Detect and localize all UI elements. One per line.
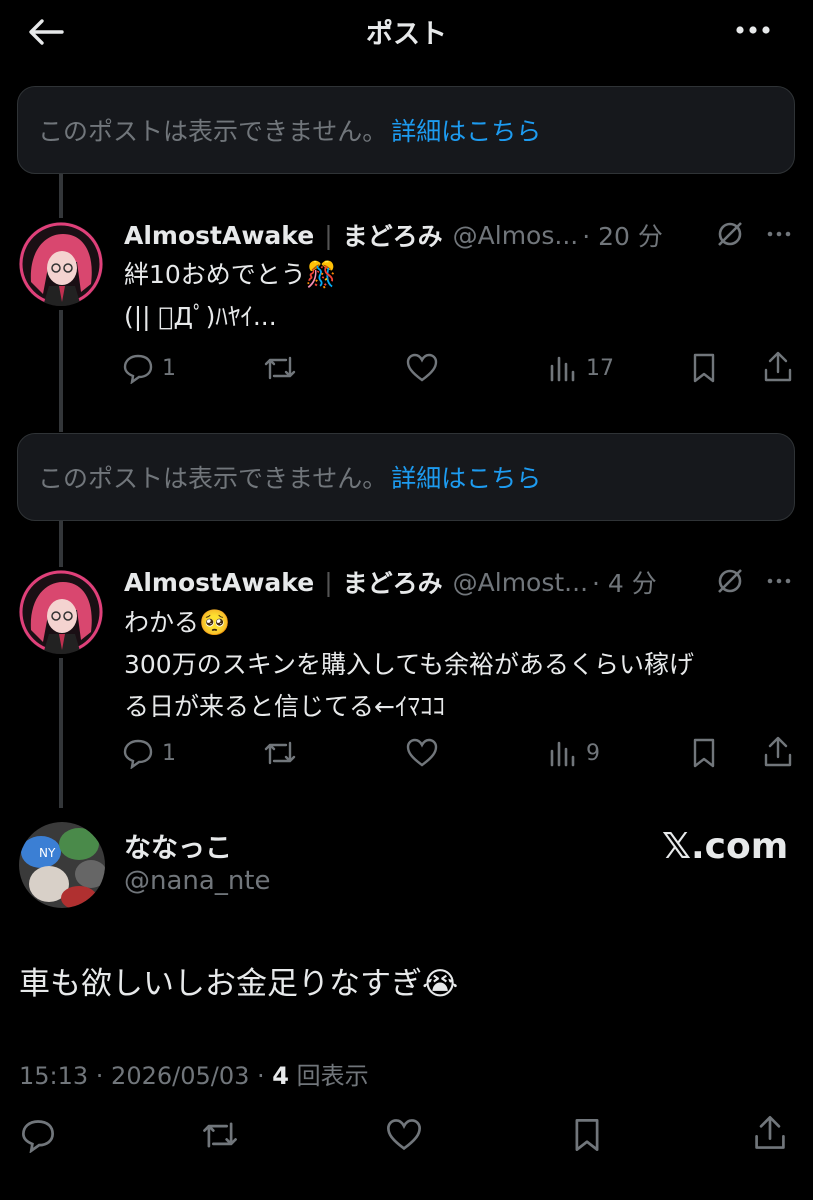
- share-icon: [764, 736, 792, 767]
- bookmark-icon: [575, 1119, 599, 1151]
- display-name-2[interactable]: まどろみ: [343, 217, 443, 253]
- tweet-header: AlmostAwake | まどろみ @Almos... · 20 分: [124, 218, 724, 252]
- like-icon: [387, 1119, 421, 1151]
- thread-line: [59, 310, 63, 432]
- details-link[interactable]: 詳細はこちら: [391, 459, 541, 495]
- tweet-line: 300万のスキンを購入しても余裕があるくらい稼げ: [124, 650, 694, 679]
- user-handle[interactable]: @Almos...: [453, 221, 579, 250]
- timestamp[interactable]: · 4 分: [592, 564, 657, 600]
- tweet-header: AlmostAwake | まどろみ @Almost... · 4 分: [124, 565, 724, 599]
- tweet-text: わかる🥺 300万のスキンを購入しても余裕があるくらい稼げ る日が来ると信じてる…: [124, 602, 804, 728]
- grok-icon[interactable]: [714, 565, 746, 601]
- reply-icon: [123, 739, 153, 769]
- display-name[interactable]: AlmostAwake: [124, 221, 314, 250]
- name-separator: |: [324, 220, 333, 250]
- retweet-icon: [264, 356, 296, 380]
- reply-icon: [123, 354, 153, 384]
- like-button[interactable]: [405, 352, 439, 384]
- reply-icon: [22, 1120, 54, 1153]
- x-com-badge: 𝕏.com: [662, 826, 789, 867]
- view-count: 17: [586, 355, 614, 381]
- name-separator: |: [324, 567, 333, 597]
- details-link[interactable]: 詳細はこちら: [391, 112, 541, 148]
- post-timestamp[interactable]: 15:13 · 2026/05/03 ·: [19, 1062, 265, 1090]
- view-count: 4: [272, 1062, 289, 1090]
- tweet-more-icon[interactable]: [764, 220, 794, 252]
- unavailable-post-notice: このポストは表示できません。 詳細はこちら: [17, 433, 795, 521]
- tweet-line: (|| ﾟДﾟ)ﾊﾔｲ...: [124, 302, 277, 331]
- main-display-name[interactable]: ななっこ: [124, 826, 232, 865]
- avatar[interactable]: [19, 570, 103, 654]
- reply-count: 1: [162, 740, 176, 766]
- reply-button[interactable]: 1: [122, 737, 176, 769]
- avatar[interactable]: NY: [19, 822, 105, 908]
- reply-count: 1: [162, 355, 176, 381]
- retweet-icon: [203, 1122, 237, 1148]
- display-name[interactable]: AlmostAwake: [124, 568, 314, 597]
- reply-button[interactable]: 1: [122, 352, 176, 384]
- more-icon[interactable]: [730, 14, 778, 46]
- thread-line: [59, 174, 63, 218]
- post-meta: 15:13 · 2026/05/03 · 4 回表示: [19, 1056, 369, 1091]
- views-button[interactable]: 9: [548, 737, 600, 769]
- bookmark-button[interactable]: [571, 1117, 603, 1153]
- tweet-text: 絆10おめでとう🎊 (|| ﾟДﾟ)ﾊﾔｲ...: [124, 254, 794, 338]
- view-count: 9: [586, 740, 600, 766]
- notice-text: このポストは表示できません。: [38, 464, 388, 493]
- bookmark-icon: [693, 738, 715, 768]
- bookmark-icon: [693, 353, 715, 383]
- grok-icon[interactable]: [714, 218, 746, 254]
- share-icon: [764, 351, 792, 382]
- thread-line: [59, 521, 63, 567]
- like-button[interactable]: [405, 737, 439, 769]
- share-button[interactable]: [762, 350, 794, 384]
- main-post-text: 車も欲しいしお金足りなすぎ😭: [19, 966, 459, 1002]
- tweet-line: る日が来ると信じてる←ｲﾏｺｺ: [124, 692, 445, 721]
- tweet-line: 絆10おめでとう🎊: [124, 260, 337, 289]
- views-icon: [550, 741, 575, 767]
- retweet-icon: [264, 741, 296, 765]
- timestamp[interactable]: · 20 分: [582, 217, 663, 253]
- views-button[interactable]: 17: [548, 352, 614, 384]
- unavailable-post-notice: このポストは表示できません。 詳細はこちら: [17, 86, 795, 174]
- tweet-line: わかる🥺: [124, 608, 231, 637]
- like-icon: [406, 353, 438, 382]
- bookmark-button[interactable]: [690, 352, 718, 384]
- share-icon: [755, 1116, 785, 1149]
- display-name-2[interactable]: まどろみ: [343, 564, 443, 600]
- bookmark-button[interactable]: [690, 737, 718, 769]
- like-icon: [406, 738, 438, 767]
- retweet-button[interactable]: [262, 352, 298, 384]
- views-icon: [550, 356, 575, 382]
- like-button[interactable]: [385, 1117, 423, 1153]
- views-label: 回表示: [296, 1062, 369, 1090]
- share-button[interactable]: [762, 735, 794, 769]
- user-handle[interactable]: @Almost...: [453, 568, 588, 597]
- main-user-handle[interactable]: @nana_nte: [124, 866, 271, 896]
- svg-text:NY: NY: [39, 846, 56, 860]
- share-button[interactable]: [752, 1114, 788, 1152]
- reply-button[interactable]: [20, 1117, 56, 1153]
- page-title: ポスト: [366, 19, 447, 50]
- retweet-button[interactable]: [200, 1117, 240, 1153]
- tweet-more-icon[interactable]: [764, 567, 794, 599]
- thread-line: [59, 658, 63, 808]
- notice-text: このポストは表示できません。: [38, 117, 388, 146]
- retweet-button[interactable]: [262, 737, 298, 769]
- avatar[interactable]: [19, 222, 103, 306]
